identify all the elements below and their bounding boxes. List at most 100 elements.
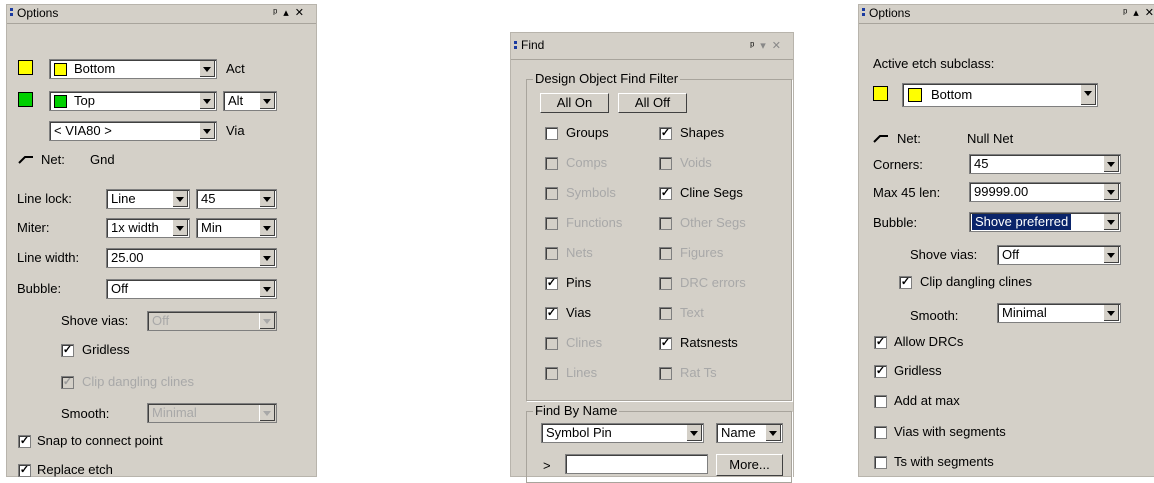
find-filter-label: Nets xyxy=(566,245,593,260)
replace-etch-checkbox[interactable]: ✓ xyxy=(18,464,31,477)
find-filter-checkbox[interactable] xyxy=(659,277,672,290)
chevron-down-icon[interactable] xyxy=(1103,184,1119,200)
chevron-down-icon[interactable] xyxy=(199,123,215,139)
titlebar-buttons[interactable]: ᵖ▾✕ xyxy=(750,39,787,52)
line-lock-angle-combo[interactable]: 45 xyxy=(196,189,277,209)
chevron-down-icon[interactable] xyxy=(765,425,781,441)
act-subclass-combo[interactable]: Bottom xyxy=(49,59,217,79)
chevron-down-icon[interactable] xyxy=(259,220,275,236)
chevron-down-icon[interactable] xyxy=(1103,156,1119,172)
find-filter-checkbox[interactable] xyxy=(545,127,558,140)
chevron-down-icon[interactable] xyxy=(259,405,275,421)
ts-with-segments-checkbox[interactable] xyxy=(874,456,887,469)
find-filter-checkbox[interactable] xyxy=(545,187,558,200)
chevron-down-icon[interactable] xyxy=(259,250,275,266)
pin-icon[interactable]: ᵖ xyxy=(750,40,760,52)
panel-titlebar[interactable]: Options ᵖ▴✕ xyxy=(859,5,1154,24)
all-off-button[interactable]: All Off xyxy=(618,93,687,113)
gridless-checkbox[interactable]: ✓ xyxy=(874,365,887,378)
chevron-down-icon[interactable] xyxy=(1103,305,1119,321)
bubble-combo[interactable]: Shove preferred xyxy=(969,212,1121,232)
find-filter-checkbox[interactable] xyxy=(545,337,558,350)
find-filter-checkbox[interactable] xyxy=(659,367,672,380)
smooth-combo[interactable]: Minimal xyxy=(147,403,277,423)
max45-combo[interactable]: 99999.00 xyxy=(969,182,1121,202)
chevron-down-icon[interactable]: ▾ xyxy=(760,40,772,52)
close-icon[interactable]: ✕ xyxy=(1145,7,1154,19)
more-button[interactable]: More... xyxy=(716,454,783,476)
find-panel: Find ᵖ▾✕ Design Object Find Filter All O… xyxy=(510,32,794,483)
clip-dangling-checkbox[interactable]: ✓ xyxy=(899,276,912,289)
restore-icon[interactable]: ▴ xyxy=(283,7,295,19)
active-etch-swatch[interactable] xyxy=(873,86,888,101)
act-color-swatch[interactable] xyxy=(18,60,33,75)
chevron-down-icon[interactable] xyxy=(259,281,275,297)
miter-combo[interactable]: 1x width xyxy=(106,218,190,238)
line-width-combo[interactable]: 25.00 xyxy=(106,248,277,268)
via-combo[interactable]: < VIA80 > xyxy=(49,121,217,141)
chevron-down-icon[interactable] xyxy=(259,313,275,329)
find-filter-checkbox[interactable] xyxy=(659,217,672,230)
find-filter-checkbox[interactable] xyxy=(659,307,672,320)
panel-title: Options xyxy=(17,6,59,20)
active-etch-combo[interactable]: Bottom xyxy=(902,83,1098,107)
line-lock-combo[interactable]: Line xyxy=(106,189,190,209)
chevron-down-icon[interactable] xyxy=(259,93,275,109)
chevron-down-icon[interactable] xyxy=(199,61,215,77)
find-filter-checkbox[interactable] xyxy=(545,217,558,230)
chevron-down-icon[interactable] xyxy=(259,191,275,207)
alt-combo[interactable]: Alt xyxy=(223,91,277,111)
find-filter-checkbox[interactable]: ✓ xyxy=(659,127,672,140)
via-label: Via xyxy=(226,123,245,138)
chevron-down-icon[interactable] xyxy=(199,93,215,109)
chevron-down-icon[interactable] xyxy=(1103,247,1119,263)
add-at-max-checkbox[interactable] xyxy=(874,395,887,408)
find-filter-checkbox[interactable] xyxy=(545,247,558,260)
allow-drcs-checkbox[interactable]: ✓ xyxy=(874,336,887,349)
vias-with-segments-label: Vias with segments xyxy=(894,424,1006,439)
shove-vias-combo[interactable]: Off xyxy=(997,245,1121,265)
restore-icon[interactable]: ▴ xyxy=(1133,7,1145,19)
symbol-pin-combo[interactable]: Symbol Pin xyxy=(541,423,704,443)
find-filter-label: Figures xyxy=(680,245,724,260)
name-input[interactable] xyxy=(565,454,708,474)
find-filter-checkbox[interactable] xyxy=(659,157,672,170)
name-combo[interactable]: Name xyxy=(716,423,783,443)
titlebar-buttons[interactable]: ᵖ▴✕ xyxy=(273,6,310,19)
find-filter-label: Ratsnests xyxy=(680,335,738,350)
chevron-down-icon[interactable] xyxy=(686,425,702,441)
find-filter-checkbox[interactable]: ✓ xyxy=(545,307,558,320)
gridless-checkbox[interactable]: ✓ xyxy=(61,344,74,357)
snap-checkbox[interactable]: ✓ xyxy=(18,435,31,448)
close-icon[interactable]: ✕ xyxy=(772,40,787,52)
find-filter-checkbox[interactable] xyxy=(545,367,558,380)
alt-subclass-combo[interactable]: Top xyxy=(49,91,217,111)
vias-with-segments-checkbox[interactable] xyxy=(874,426,887,439)
net-icon xyxy=(873,135,888,143)
shove-vias-combo[interactable]: Off xyxy=(147,311,277,331)
chevron-down-icon[interactable] xyxy=(1080,85,1096,105)
clip-dangling-label: Clip dangling clines xyxy=(82,374,195,389)
bubble-combo[interactable]: Off xyxy=(106,279,277,299)
chevron-down-icon[interactable] xyxy=(172,191,188,207)
chevron-down-icon[interactable] xyxy=(172,220,188,236)
find-filter-checkbox[interactable]: ✓ xyxy=(659,187,672,200)
clip-dangling-checkbox[interactable]: ✓ xyxy=(61,376,74,389)
pin-icon[interactable]: ᵖ xyxy=(1123,7,1133,19)
chevron-down-icon[interactable] xyxy=(1103,214,1119,230)
panel-titlebar[interactable]: Find ᵖ▾✕ xyxy=(511,33,793,60)
find-filter-checkbox[interactable]: ✓ xyxy=(659,337,672,350)
find-filter-checkbox[interactable] xyxy=(545,157,558,170)
find-filter-checkbox[interactable] xyxy=(659,247,672,260)
alt-color-swatch[interactable] xyxy=(18,92,33,107)
all-on-button[interactable]: All On xyxy=(540,93,609,113)
panel-titlebar[interactable]: Options ᵖ▴✕ xyxy=(7,5,316,24)
corners-combo[interactable]: 45 xyxy=(969,154,1121,174)
pin-icon[interactable]: ᵖ xyxy=(273,7,283,19)
find-filter-checkbox[interactable]: ✓ xyxy=(545,277,558,290)
miter-mode-combo[interactable]: Min xyxy=(196,218,277,238)
smooth-combo[interactable]: Minimal xyxy=(997,303,1121,323)
active-etch-label: Active etch subclass: xyxy=(873,56,995,71)
close-icon[interactable]: ✕ xyxy=(295,7,310,19)
titlebar-buttons[interactable]: ᵖ▴✕ xyxy=(1123,6,1154,19)
